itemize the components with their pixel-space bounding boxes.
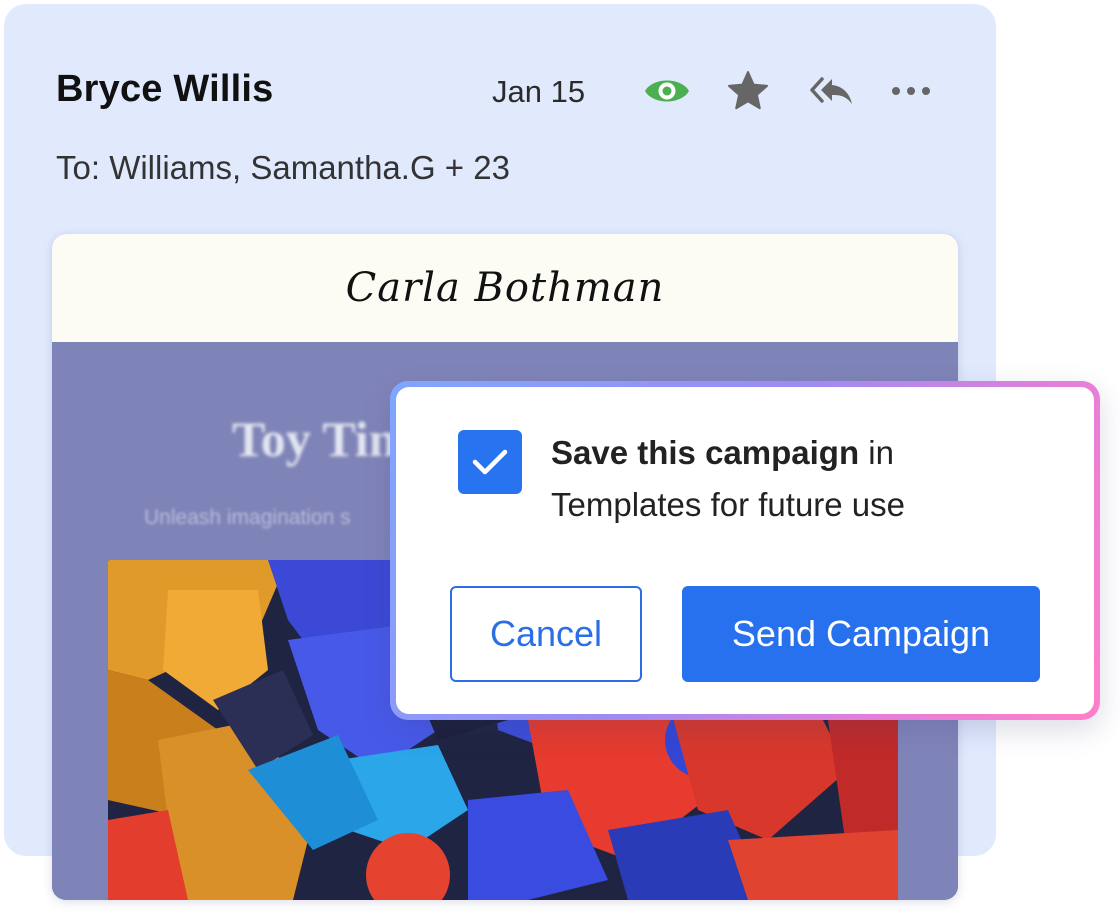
star-icon[interactable] xyxy=(723,66,773,116)
more-icon[interactable] xyxy=(886,66,936,116)
cancel-button[interactable]: Cancel xyxy=(450,586,642,682)
email-date: Jan 15 xyxy=(492,74,586,109)
brand-signature: Carla Bothman xyxy=(345,265,665,311)
save-campaign-in-text: in xyxy=(859,434,894,471)
preview-subtitle: Unleash imagination s xyxy=(144,506,351,529)
preview-title: Toy Tin xyxy=(232,411,397,467)
checkmark-icon xyxy=(472,449,508,475)
reply-all-icon[interactable] xyxy=(806,66,856,116)
preview-header: Carla Bothman xyxy=(52,234,958,342)
eye-icon[interactable] xyxy=(642,66,692,116)
dialog-panel: Save this campaign in Templates for futu… xyxy=(396,387,1094,714)
save-campaign-dialog: Save this campaign in Templates for futu… xyxy=(390,381,1100,720)
save-template-checkbox[interactable] xyxy=(458,430,522,494)
save-campaign-bold-text: Save this campaign xyxy=(551,434,860,471)
save-campaign-line2: Templates for future use xyxy=(551,486,906,523)
recipients-line: To: Williams, Samantha.G + 23 xyxy=(56,149,510,186)
save-campaign-message: Save this campaign in Templates for futu… xyxy=(551,427,1071,531)
sender-name: Bryce Willis xyxy=(56,68,274,110)
send-campaign-button[interactable]: Send Campaign xyxy=(682,586,1040,682)
